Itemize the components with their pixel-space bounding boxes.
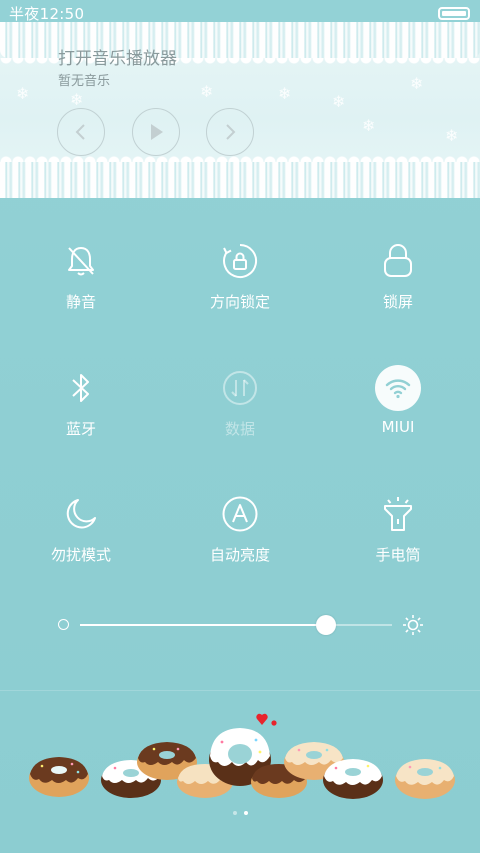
previous-icon [75,124,85,140]
snowflake-icon: ❄ [362,116,376,135]
wifi-icon [375,365,421,411]
status-bar: 半夜12:50 [0,0,480,26]
toggle-lock-screen[interactable]: 锁屏 [338,238,458,318]
page-dot-active[interactable] [243,811,248,815]
heart-decoration [256,713,277,726]
toggle-label: 蓝牙 [65,420,96,438]
snowflake-icon: ❄ [16,84,30,103]
brightness-high-icon [403,615,423,635]
brightness-low-icon [58,619,69,630]
toggle-bluetooth[interactable]: 蓝牙 [21,365,141,445]
slider-track[interactable] [80,624,392,626]
donut-decoration [395,759,455,799]
lock-icon [375,238,421,284]
play-button[interactable] [132,108,180,156]
battery-icon [438,6,470,20]
toggle-label: 数据 [224,420,255,438]
page-indicator [0,811,480,821]
toggle-label: 勿扰模式 [50,546,111,564]
toggle-label: MIUI [381,418,415,436]
toggle-rotation-lock[interactable]: 方向锁定 [180,238,300,318]
toggle-do-not-disturb[interactable]: 勿扰模式 [21,491,141,571]
brightness-slider[interactable] [56,612,426,638]
slider-fill [80,624,327,626]
slider-thumb[interactable] [316,615,337,635]
toggle-label: 锁屏 [382,293,413,311]
rotation-lock-icon [217,238,263,284]
flashlight-icon [375,491,421,537]
moon-icon [58,491,104,537]
next-button[interactable] [206,108,254,156]
toggle-silent[interactable]: 静音 [21,238,141,318]
toggle-label: 静音 [65,293,96,311]
donut-decoration [323,759,383,799]
snowflake-icon: ❄ [278,84,292,103]
snowflake-icon: ❄ [70,90,84,109]
toggle-label: 方向锁定 [209,293,270,311]
page-dot[interactable] [232,811,237,815]
toggle-label: 自动亮度 [209,546,270,564]
music-subtitle: 暂无音乐 [58,74,111,89]
snowflake-icon: ❄ [410,74,424,93]
snowflake-icon: ❄ [445,126,459,145]
bell-off-icon [58,238,104,284]
snowflake-icon: ❄ [332,92,346,111]
toggle-wifi[interactable]: MIUI [338,365,458,445]
music-title[interactable]: 打开音乐播放器 [58,44,177,69]
toggle-auto-brightness[interactable]: 自动亮度 [180,491,300,571]
lace-decoration-bottom [0,162,480,198]
previous-button[interactable] [57,108,105,156]
music-player-panel[interactable]: ❄ ❄ ❄ ❄ ❄ ❄ ❄ ❄ 打开音乐播放器 暂无音乐 [0,22,480,198]
mobile-data-icon [217,365,263,411]
next-icon [226,124,236,140]
play-icon [151,124,163,140]
status-time: 半夜12:50 [9,4,85,23]
bluetooth-icon [58,365,104,411]
auto-brightness-icon [217,491,263,537]
snowflake-icon: ❄ [200,82,214,101]
donut-decoration [29,757,89,797]
toggle-label: 手电筒 [375,546,421,564]
toggle-mobile-data[interactable]: 数据 [180,365,300,445]
divider [0,690,480,691]
toggle-flashlight[interactable]: 手电筒 [338,491,458,571]
